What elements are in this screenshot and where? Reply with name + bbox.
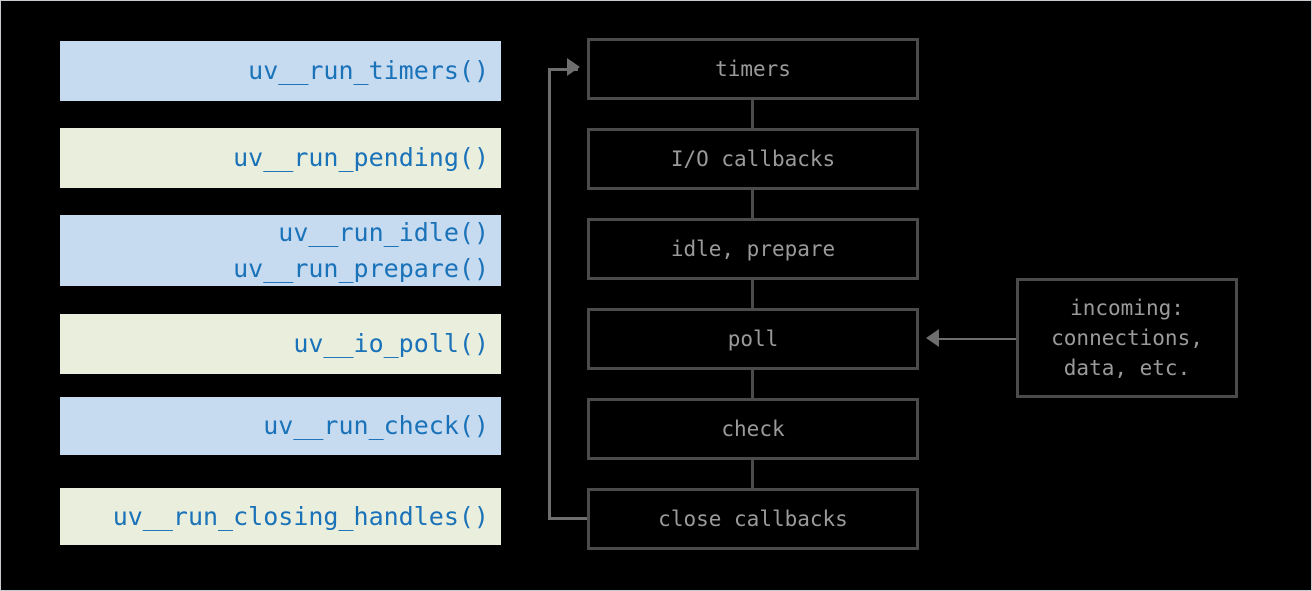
phase-label: timers (715, 57, 791, 81)
phase-box-idle-prepare: idle, prepare (587, 218, 919, 280)
api-box-run-closing-handles: uv__run_closing_handles() (60, 488, 501, 545)
api-label: uv__run_idle() (278, 217, 489, 247)
connector-idle-to-poll (751, 280, 754, 308)
api-label: uv__run_check() (263, 411, 489, 440)
incoming-label: data, etc. (1063, 356, 1191, 380)
api-label: uv__run_prepare() (233, 253, 489, 283)
phase-box-io-callbacks: I/O callbacks (587, 128, 919, 190)
phase-label: poll (727, 327, 779, 351)
phase-box-timers: timers (587, 38, 919, 100)
phase-box-poll: poll (587, 308, 919, 370)
phase-label: check (721, 417, 785, 441)
phase-label: idle, prepare (670, 237, 836, 261)
api-box-run-idle-prepare: uv__run_idle() uv__run_prepare() (60, 215, 501, 286)
phase-box-check: check (587, 398, 919, 460)
incoming-arrow-line (936, 338, 1016, 340)
loopback-segment-vertical (548, 68, 551, 520)
incoming-label: incoming: (1070, 296, 1184, 320)
connector-io-to-idle (751, 190, 754, 218)
api-box-io-poll: uv__io_poll() (60, 314, 501, 374)
incoming-arrow-icon (926, 329, 939, 347)
incoming-events-box: incoming: connections, data, etc. (1016, 278, 1238, 398)
phase-label: close callbacks (658, 507, 848, 531)
api-box-run-timers: uv__run_timers() (60, 41, 501, 101)
phase-box-close-callbacks: close callbacks (587, 488, 919, 550)
api-label: uv__run_closing_handles() (112, 501, 489, 531)
connector-check-to-close (751, 460, 754, 488)
connector-poll-to-check (751, 370, 754, 398)
api-box-run-pending: uv__run_pending() (60, 128, 501, 188)
incoming-label: connections, (1051, 326, 1203, 350)
loopback-segment-bottom (548, 517, 588, 520)
diagram-canvas: uv__run_timers() uv__run_pending() uv__r… (0, 0, 1312, 591)
api-label: uv__io_poll() (293, 329, 489, 358)
loopback-arrow-icon (567, 58, 580, 76)
connector-timers-to-io (751, 100, 754, 128)
api-label: uv__run_timers() (248, 56, 489, 85)
api-box-run-check: uv__run_check() (60, 397, 501, 455)
phase-label: I/O callbacks (670, 147, 836, 171)
api-label: uv__run_pending() (233, 143, 489, 172)
